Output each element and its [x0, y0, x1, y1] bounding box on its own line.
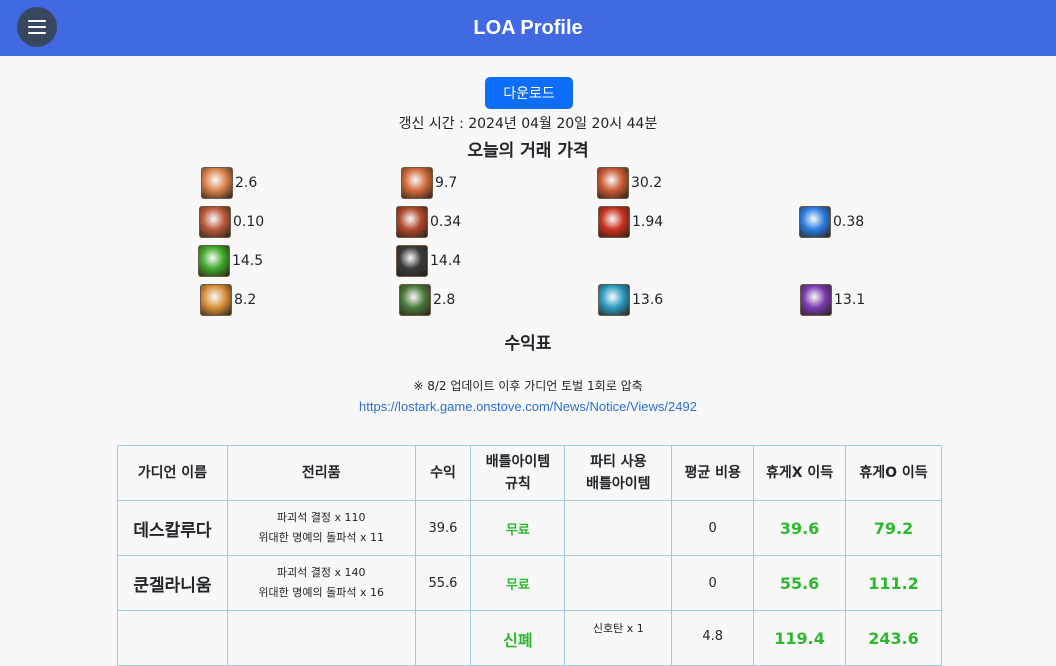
guardian-name: [117, 610, 228, 666]
price-item: 8.2: [200, 283, 256, 317]
loot-line: 파괴석 결정 x 140: [276, 566, 366, 579]
price-value: 30.2: [631, 175, 663, 191]
price-value: 1.94: [632, 214, 664, 230]
update-note: ※ 8/2 업데이트 이후 가디언 토벌 1회로 압축: [413, 379, 643, 393]
green-potion-icon: [198, 245, 230, 277]
loot-cell: 파괴석 결정 x 140 위대한 명예의 돌파석 x 16: [226, 555, 416, 611]
price-item: 0.34: [396, 205, 461, 239]
price-value: 9.7: [435, 175, 458, 191]
table-row: 쿤겔라니움 파괴석 결정 x 140 위대한 명예의 돌파석 x 16 55.6 …: [117, 555, 942, 611]
price-value: 0.34: [430, 214, 462, 230]
cost-cell: 0: [671, 555, 755, 611]
rule-cell: 무료: [470, 555, 566, 611]
rule-cell: 무료: [470, 500, 566, 556]
price-value: 14.5: [232, 253, 264, 269]
col-gain-rest: 휴게O 이득: [845, 445, 942, 501]
loot-cell: [226, 610, 416, 666]
download-button[interactable]: 다운로드: [485, 77, 573, 109]
table-row: 데스칼루다 파괴석 결정 x 110 위대한 명예의 돌파석 x 11 39.6 …: [117, 500, 942, 556]
gain-no-rest-cell: 39.6: [753, 500, 847, 556]
gain-rest-cell: 243.6: [845, 610, 942, 666]
price-item: 30.2: [597, 166, 662, 200]
rule-cell: 신폐: [470, 610, 566, 666]
hamburger-menu-icon[interactable]: [17, 7, 57, 47]
price-value: 0.38: [833, 214, 865, 230]
price-item: 0.38: [799, 205, 864, 239]
profit-table: 가디언 이름 전리품 수익 배틀아이템 규칙 파티 사용 배틀아이템 평균 비용…: [117, 445, 942, 666]
updated-time: 갱신 시간 : 2024년 04월 20일 20시 44분: [398, 116, 658, 132]
destruction-stone-crystal-icon: [598, 206, 630, 238]
loot-line: 파괴석 결정 x 110: [276, 511, 366, 524]
loot-line: 위대한 명예의 돌파석 x 11: [258, 531, 384, 544]
price-value: 2.8: [433, 292, 456, 308]
col-battle-item-rule: 배틀아이템 규칙: [470, 445, 566, 501]
price-item: 0.10: [199, 205, 264, 239]
guardian-stone-fragment-icon: [201, 167, 233, 199]
battle-items-cell: [564, 555, 673, 611]
price-item: 13.6: [598, 283, 663, 317]
price-item: 14.4: [396, 244, 461, 278]
profit-cell: 55.6: [414, 555, 472, 611]
guardian-name: 데스칼루다: [117, 500, 228, 556]
price-value: 13.6: [632, 292, 664, 308]
table-header-row: 가디언 이름 전리품 수익 배틀아이템 규칙 파티 사용 배틀아이템 평균 비용…: [117, 445, 942, 501]
col-average-cost: 평균 비용: [671, 445, 755, 501]
price-value: 2.6: [235, 175, 258, 191]
guardian-stone-icon: [401, 167, 433, 199]
col-gain-no-rest: 휴게X 이득: [753, 445, 847, 501]
gain-no-rest-cell: 119.4: [753, 610, 847, 666]
loot-cell: 파괴석 결정 x 110 위대한 명예의 돌파석 x 11: [226, 500, 416, 556]
price-value: 13.1: [834, 292, 866, 308]
blue-grenade-icon: [598, 284, 630, 316]
black-bomb-icon: [396, 245, 428, 277]
app-title: LOA Profile: [473, 17, 583, 39]
gain-no-rest-cell: 55.6: [753, 555, 847, 611]
price-item: 2.8: [399, 283, 455, 317]
table-row: 신폐 신호탄 x 1 4.8 119.4 243.6: [117, 610, 942, 666]
battle-items-cell: 신호탄 x 1: [564, 610, 673, 666]
price-item: 13.1: [800, 283, 865, 317]
notice-link[interactable]: https://lostark.game.onstove.com/News/No…: [0, 399, 1056, 414]
gain-rest-cell: 111.2: [845, 555, 942, 611]
destruction-stone-fragment-icon: [199, 206, 231, 238]
gain-rest-cell: 79.2: [845, 500, 942, 556]
profit-heading: 수익표: [504, 334, 552, 354]
cost-cell: 4.8: [671, 610, 755, 666]
col-party-battle-items: 파티 사용 배틀아이템: [564, 445, 673, 501]
price-heading: 오늘의 거래 가격: [467, 141, 589, 161]
loot-line: 위대한 명예의 돌파석 x 16: [258, 586, 384, 599]
col-profit: 수익: [414, 445, 472, 501]
orange-flask-icon: [200, 284, 232, 316]
profit-cell: [414, 610, 472, 666]
price-value: 0.10: [233, 214, 265, 230]
col-loot: 전리품: [226, 445, 416, 501]
profit-cell: 39.6: [414, 500, 472, 556]
guardian-name: 쿤겔라니움: [117, 555, 228, 611]
price-item: 14.5: [198, 244, 263, 278]
green-grenade-icon: [399, 284, 431, 316]
destruction-stone-icon: [396, 206, 428, 238]
price-value: 8.2: [234, 292, 257, 308]
top-bar: LOA Profile: [0, 0, 1056, 56]
blue-crystal-icon: [799, 206, 831, 238]
price-item: 9.7: [401, 166, 457, 200]
guardian-stone-crystal-icon: [597, 167, 629, 199]
battle-items-cell: [564, 500, 673, 556]
price-item: 2.6: [201, 166, 257, 200]
col-guardian-name: 가디언 이름: [117, 445, 228, 501]
cost-cell: 0: [671, 500, 755, 556]
price-value: 14.4: [430, 253, 462, 269]
purple-potion-icon: [800, 284, 832, 316]
price-item: 1.94: [598, 205, 663, 239]
